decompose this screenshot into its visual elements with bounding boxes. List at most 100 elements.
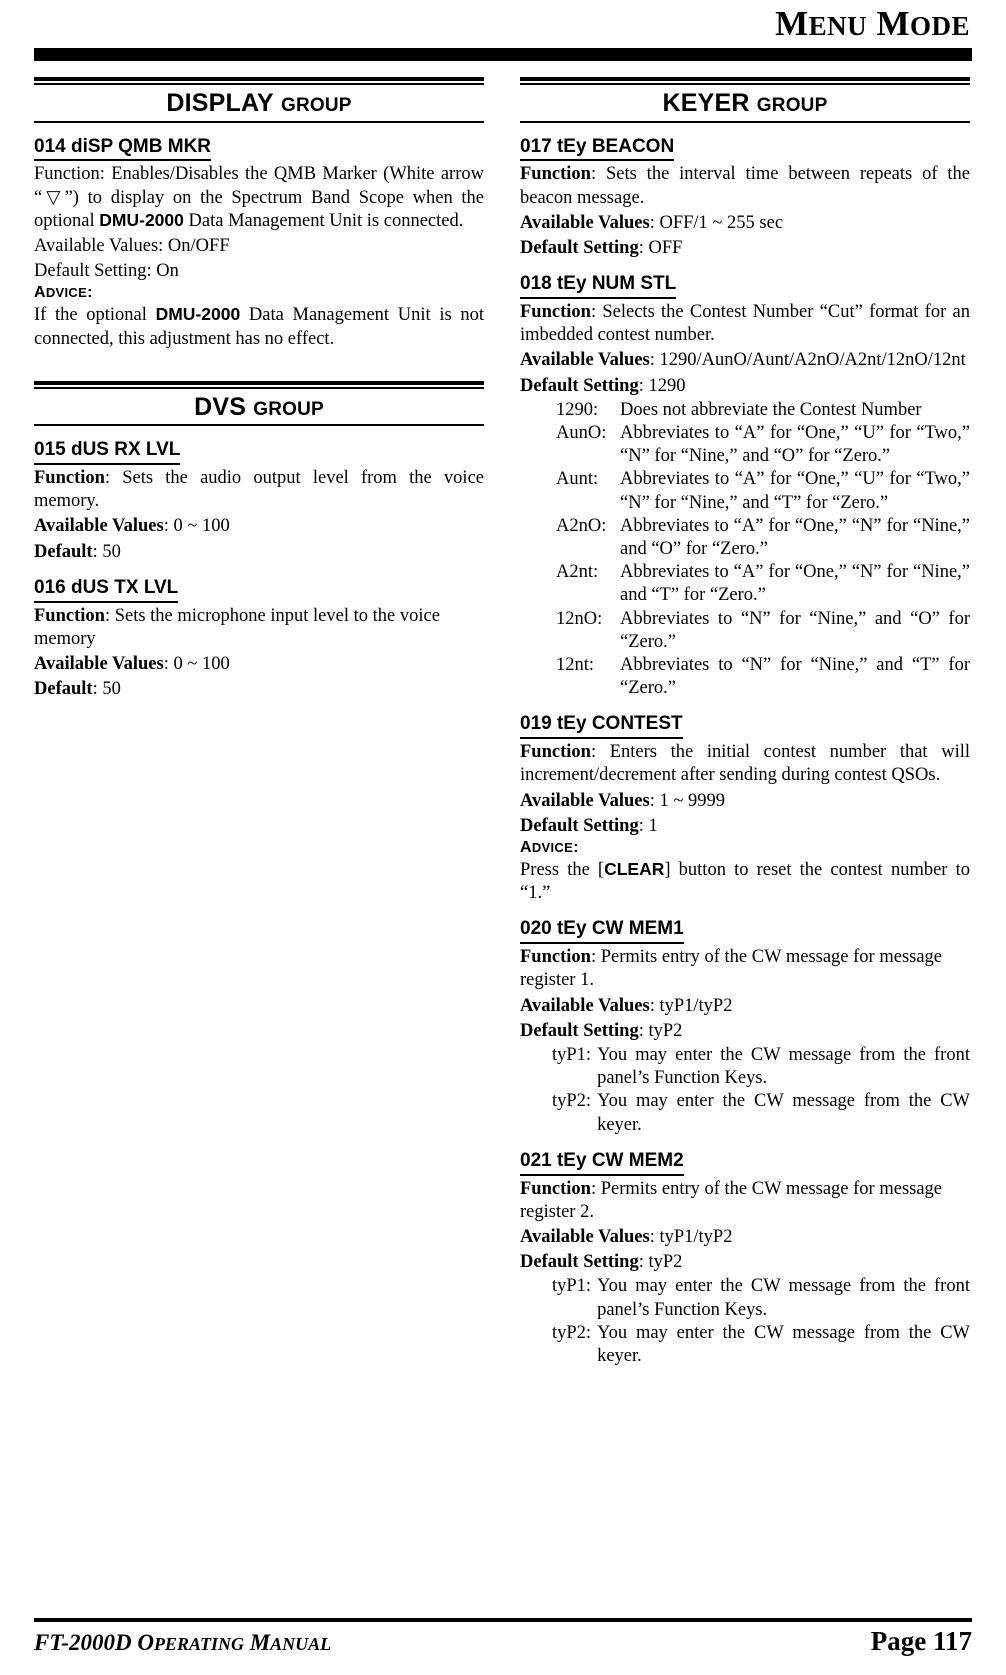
- entry-020-function: Function: Permits entry of the CW messag…: [520, 946, 970, 992]
- entry-020-values: Available Values: tyP1/tyP2: [520, 995, 970, 1018]
- entry-018-desc-1290: Does not abbreviate the Contest Number: [620, 399, 922, 420]
- entry-018-desc-12nt: Abbreviates to “N” for “Nine,” and “T” f…: [620, 654, 970, 699]
- footer-row: FT-2000D OPERATING MANUAL Page 117: [34, 1626, 972, 1657]
- entry-018-values-text: : 1290/AunO/Aunt/A2nO/A2nt/12nO/12nt: [649, 350, 966, 371]
- entry-016-values: Available Values: 0 ~ 100: [34, 653, 484, 676]
- entry-019-default-label: Default Setting: [520, 815, 639, 836]
- entry-015-default-label: Default: [34, 541, 93, 562]
- entry-020-values-label: Available Values: [520, 995, 650, 1016]
- group-title-keyer-sub: GROUP: [756, 95, 828, 116]
- right-column: KEYER GROUP 017 tEy BEACON Function: Set…: [520, 77, 970, 1368]
- entry-014-advice-text: If the optional DMU-2000 Data Management…: [34, 304, 484, 349]
- entry-020-values-text: : tyP1/tyP2: [649, 995, 733, 1016]
- page-header: MENU MODE: [34, 0, 972, 41]
- group-rule-bottom-dvs: [34, 424, 484, 427]
- entry-018-desc-a2nt: Abbreviates to “A” for “One,” “N” for “N…: [620, 562, 970, 606]
- entry-021-default-label: Default Setting: [520, 1252, 639, 1273]
- group-title-display: DISPLAY GROUP: [34, 85, 484, 121]
- entry-018-default-text: : 1290: [638, 375, 686, 396]
- header-title-m2: M: [876, 4, 910, 43]
- entry-016-default-text: : 50: [92, 679, 121, 700]
- entry-018-term-auno: AunO:: [556, 422, 607, 443]
- entry-018-row-auno: AunO: Abbreviates to “A” for “One,” “U” f…: [520, 422, 970, 468]
- entry-020-desc-typ1: You may enter the CW message from the fr…: [597, 1044, 970, 1089]
- entry-019-values-label: Available Values: [520, 790, 650, 811]
- entry-017-values-text: : OFF/1 ~ 255 sec: [649, 212, 784, 233]
- menu-entry-019: 019 tEy CONTEST Function: Enters the ini…: [520, 713, 970, 905]
- entry-018-term-aunt: Aunt:: [556, 469, 599, 490]
- group-title-dvs: DVS GROUP: [34, 389, 484, 425]
- entry-021-function: Function: Permits entry of the CW messag…: [520, 1178, 970, 1224]
- entry-018-row-1290: 1290: Does not abbreviate the Contest Num…: [520, 399, 970, 422]
- entry-018-function-label: Function: [520, 301, 591, 322]
- entry-016-function-label: Function: [34, 605, 105, 626]
- header-title-m1: M: [775, 4, 809, 43]
- entry-020-default-text: : tyP2: [638, 1020, 683, 1041]
- entry-018-values-label: Available Values: [520, 350, 650, 371]
- entry-020-desc-typ2: You may enter the CW message from the CW…: [597, 1091, 970, 1135]
- entry-019-function-label: Function: [520, 742, 591, 763]
- entry-title-017: 017 tEy BEACON: [520, 136, 675, 162]
- entry-title-016: 016 dUS TX LVL: [34, 577, 179, 603]
- entry-018-default: Default Setting: 1290: [520, 375, 970, 398]
- entry-021-values-text: : tyP1/tyP2: [649, 1227, 733, 1247]
- entry-015-default: Default: 50: [34, 541, 484, 564]
- entry-020-default-label: Default Setting: [520, 1020, 639, 1041]
- entry-018-term-1290: 1290:: [556, 399, 599, 420]
- entry-018-row-a2nt: A2nt: Abbreviates to “A” for “One,” “N” f…: [520, 561, 970, 607]
- entry-020-row-typ1: tyP1: You may enter the CW message from t…: [520, 1044, 970, 1090]
- entry-018-desc-aunt: Abbreviates to “A” for “One,” “U” for “T…: [620, 469, 970, 513]
- menu-entry-014: 014 diSP QMB MKR Function: Enables/Disab…: [34, 136, 484, 351]
- entry-014-advice-label: ADVICE:: [34, 284, 93, 302]
- footer-manual: MANUAL: [249, 1630, 332, 1655]
- entry-title-018: 018 tEy NUM STL: [520, 273, 677, 299]
- header-divider-bar: [34, 48, 972, 61]
- group-header-display: DISPLAY GROUP: [34, 77, 484, 123]
- entry-020-default: Default Setting: tyP2: [520, 1020, 970, 1043]
- entry-016-default-label: Default: [34, 679, 93, 700]
- menu-entry-015: 015 dUS RX LVL Function: Sets the audio …: [34, 439, 484, 564]
- entry-020-term-typ1: tyP1:: [552, 1044, 592, 1065]
- group-title-keyer: KEYER GROUP: [520, 85, 970, 121]
- footer-operating: OPERATING: [137, 1630, 244, 1655]
- entry-018-term-12nt: 12nt:: [556, 654, 595, 675]
- entry-019-default-text: : 1: [638, 815, 658, 836]
- menu-entry-017: 017 tEy BEACON Function: Sets the interv…: [520, 136, 970, 261]
- entry-018-value-list: 1290: Does not abbreviate the Contest Num…: [520, 399, 970, 701]
- entry-021-term-typ1: tyP1:: [552, 1276, 592, 1297]
- group-header-keyer: KEYER GROUP: [520, 77, 970, 123]
- entry-019-advice-label: ADVICE:: [520, 838, 579, 856]
- header-title-ode: ODE: [909, 11, 970, 41]
- entry-021-row-typ2: tyP2: You may enter the CW message from t…: [520, 1322, 970, 1368]
- content-columns: DISPLAY GROUP 014 diSP QMB MKR Function:…: [34, 77, 972, 1368]
- entry-019-values: Available Values: 1 ~ 9999: [520, 790, 970, 813]
- entry-016-values-label: Available Values: [34, 654, 164, 675]
- entry-title-019: 019 tEy CONTEST: [520, 713, 683, 740]
- group-title-display-sub: GROUP: [280, 95, 352, 116]
- entry-014-dmu-model: DMU-2000: [99, 209, 184, 230]
- entry-017-default: Default Setting: OFF: [520, 237, 970, 260]
- entry-017-values-label: Available Values: [520, 212, 650, 233]
- entry-016-default: Default: 50: [34, 678, 484, 701]
- entry-018-desc-12no: Abbreviates to “N” for “Nine,” and “O” f…: [620, 608, 970, 652]
- entry-015-values: Available Values: 0 ~ 100: [34, 515, 484, 538]
- entry-019-default: Default Setting: 1: [520, 815, 970, 838]
- entry-017-default-label: Default Setting: [520, 237, 639, 258]
- footer-model: FT-2000D: [34, 1630, 132, 1655]
- entry-018-row-12nt: 12nt: Abbreviates to “N” for “Nine,” and …: [520, 654, 970, 700]
- entry-017-function: Function: Sets the interval time between…: [520, 163, 970, 209]
- entry-021-default-text: : tyP2: [638, 1252, 683, 1273]
- entry-018-row-12no: 12nO: Abbreviates to “N” for “Nine,” and …: [520, 608, 970, 654]
- entry-017-default-text: : OFF: [638, 237, 683, 258]
- entry-021-row-typ1: tyP1: You may enter the CW message from t…: [520, 1275, 970, 1321]
- entry-018-term-a2nt: A2nt:: [556, 562, 599, 583]
- menu-entry-020: 020 tEy CW MEM1 Function: Permits entry …: [520, 918, 970, 1136]
- entry-018-term-12no: 12nO:: [556, 608, 603, 629]
- entry-014-function: Function: Enables/Disables the QMB Marke…: [34, 164, 484, 231]
- entry-018-default-label: Default Setting: [520, 375, 639, 396]
- group-header-dvs: DVS GROUP: [34, 380, 484, 427]
- group-title-display-main: DISPLAY: [166, 89, 274, 117]
- menu-entry-016: 016 dUS TX LVL Function: Sets the microp…: [34, 577, 484, 702]
- entry-021-values: Available Values: tyP1/tyP2: [520, 1226, 970, 1249]
- entry-018-desc-a2no: Abbreviates to “A” for “One,” “N” for “N…: [620, 515, 970, 559]
